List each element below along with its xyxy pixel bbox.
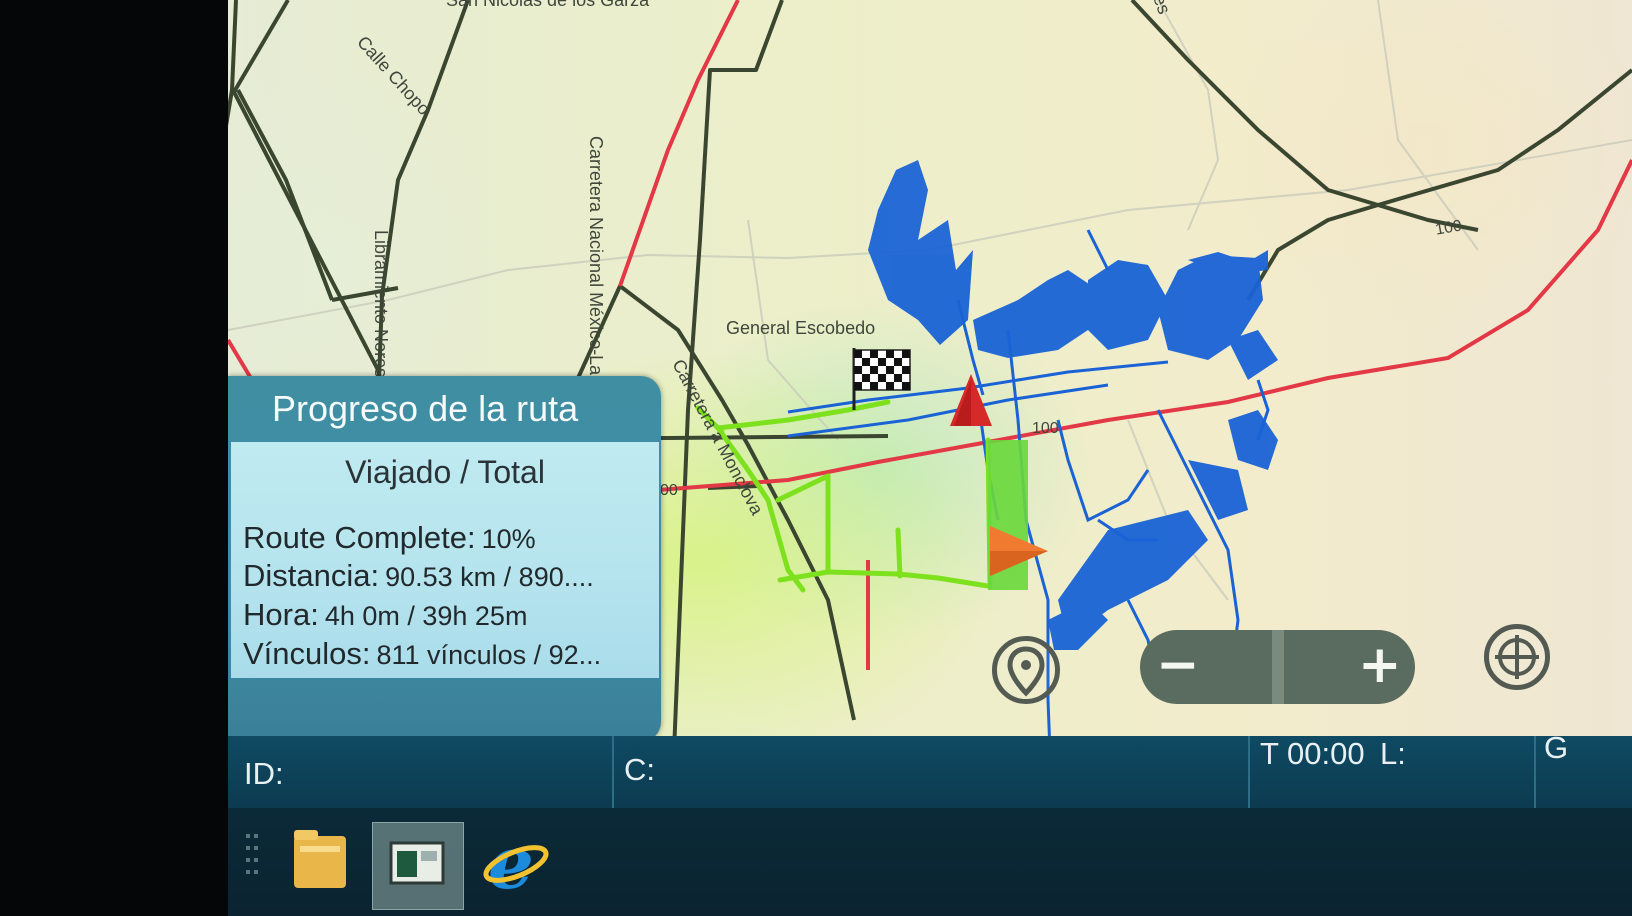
status-divider bbox=[612, 736, 614, 808]
route-progress-panel: Progreso de la ruta Viajado / Total Rout… bbox=[228, 376, 661, 742]
links-row: Vínculos: 811 vínculos / 92... bbox=[243, 636, 601, 672]
panel-title: Progreso de la ruta bbox=[272, 388, 579, 429]
zoom-divider bbox=[1272, 630, 1284, 704]
road-number-label: 00 bbox=[660, 482, 678, 499]
c-field[interactable]: C: bbox=[624, 752, 655, 788]
minus-icon: − bbox=[1156, 635, 1200, 695]
map-label-libramiento-noreste: Libramiento Noreste bbox=[371, 230, 391, 393]
links-label: Vínculos: bbox=[243, 636, 371, 671]
distance-label: Distancia: bbox=[243, 558, 380, 593]
status-bar: ID: C: T 00:00 L: G bbox=[228, 730, 1632, 808]
map-label-san-nicolas: San Nicolás de los Garza bbox=[446, 0, 650, 10]
zoom-control: − + bbox=[1140, 630, 1415, 704]
internet-explorer-icon[interactable]: e bbox=[480, 820, 550, 905]
status-divider bbox=[1534, 736, 1536, 808]
orange-arrow-icon[interactable] bbox=[990, 526, 1048, 581]
taskbar: e bbox=[228, 808, 1632, 916]
time-row: Hora: 4h 0m / 39h 25m bbox=[243, 597, 527, 633]
panel-subtitle: Viajado / Total bbox=[345, 454, 545, 490]
id-field[interactable]: ID: bbox=[244, 756, 284, 792]
time-display: T 00:00 bbox=[1260, 736, 1365, 771]
plus-icon: + bbox=[1358, 635, 1402, 695]
map-label-general-escobedo: General Escobedo bbox=[726, 318, 876, 338]
route-complete-value: 10% bbox=[481, 524, 536, 554]
map-label-carretera-mexico-laredo: Carretera Nacional México-Laredo bbox=[586, 136, 606, 412]
panel-body: Viajado / Total Route Complete: 10% Dista… bbox=[231, 442, 659, 678]
app-screen: San Nicolás de los Garza Calle Chopo Lib… bbox=[228, 0, 1632, 916]
g-field[interactable]: G bbox=[1544, 730, 1568, 766]
road-number-label: 100 bbox=[1032, 420, 1059, 437]
taskbar-gripper bbox=[244, 832, 262, 882]
file-explorer-icon[interactable] bbox=[290, 822, 350, 892]
distance-row: Distancia: 90.53 km / 890.... bbox=[243, 558, 594, 594]
center-map-button[interactable] bbox=[1484, 624, 1550, 690]
status-divider bbox=[1248, 736, 1250, 808]
time-value: 4h 0m / 39h 25m bbox=[324, 601, 528, 631]
distance-value: 90.53 km / 890.... bbox=[385, 562, 594, 592]
l-field[interactable]: L: bbox=[1380, 736, 1406, 772]
red-triangle-icon[interactable] bbox=[950, 374, 992, 431]
location-pin-button[interactable] bbox=[992, 636, 1060, 704]
zoom-out-button[interactable]: − bbox=[1140, 630, 1272, 704]
zoom-in-button[interactable]: + bbox=[1284, 630, 1415, 704]
app-window-icon[interactable] bbox=[372, 822, 464, 910]
route-complete-label: Route Complete: bbox=[243, 520, 476, 555]
links-value: 811 vínculos / 92... bbox=[376, 640, 602, 670]
crosshair-icon bbox=[1495, 635, 1539, 679]
checkered-flag-icon[interactable] bbox=[852, 348, 912, 415]
time-label: Hora: bbox=[243, 597, 319, 632]
route-complete-row: Route Complete: 10% bbox=[243, 520, 536, 556]
location-pin-icon bbox=[1007, 646, 1045, 697]
